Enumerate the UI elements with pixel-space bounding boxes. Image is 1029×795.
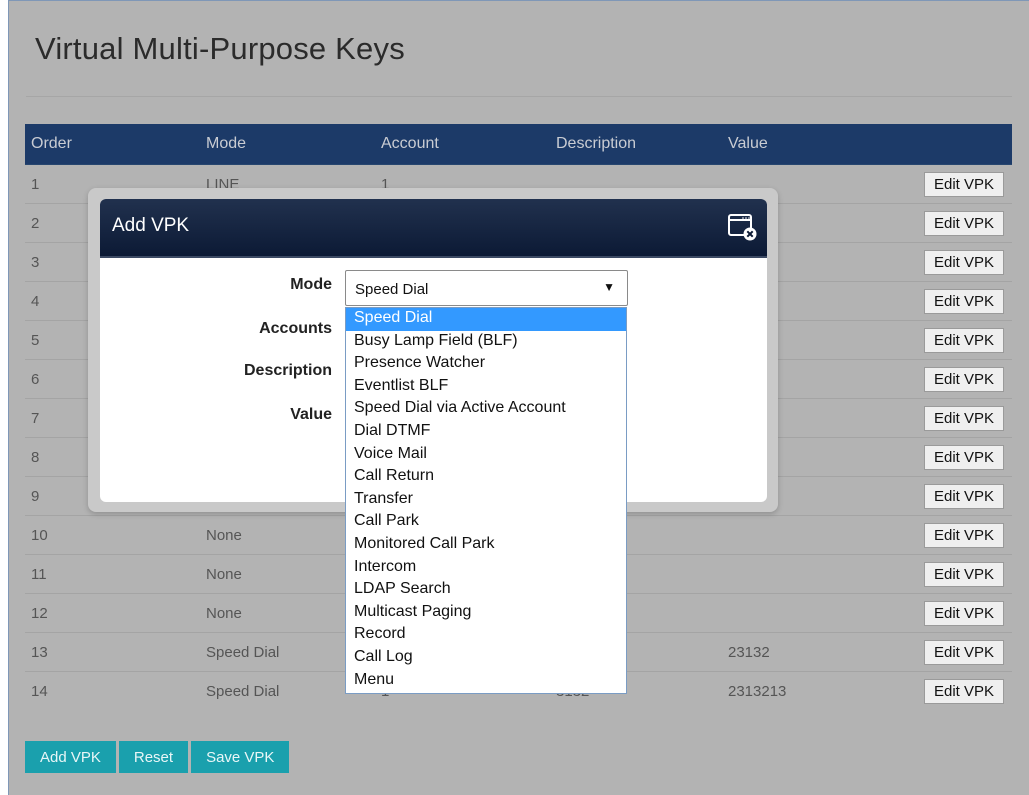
mode-option[interactable]: Transfer bbox=[346, 489, 626, 512]
mode-option[interactable]: Monitored Call Park bbox=[346, 534, 626, 557]
cell-action: Edit VPK bbox=[892, 398, 1012, 438]
edit-vpk-button[interactable]: Edit VPK bbox=[923, 639, 1004, 665]
table-header-row: Order Mode Account Description Value bbox=[25, 124, 1012, 165]
cell-action: Edit VPK bbox=[892, 281, 1012, 321]
mode-option[interactable]: Speed Dial via Active Account bbox=[346, 398, 626, 421]
mode-option[interactable]: Record bbox=[346, 624, 626, 647]
edit-vpk-button[interactable]: Edit VPK bbox=[923, 327, 1004, 353]
cell-order: 13 bbox=[25, 632, 200, 672]
edit-vpk-button[interactable]: Edit VPK bbox=[923, 405, 1004, 431]
value-label: Value bbox=[290, 406, 332, 423]
mode-label: Mode bbox=[290, 276, 332, 293]
edit-vpk-button[interactable]: Edit VPK bbox=[923, 678, 1004, 704]
mode-option[interactable]: Presence Watcher bbox=[346, 353, 626, 376]
mode-option[interactable]: Voice Mail bbox=[346, 444, 626, 467]
edit-vpk-button[interactable]: Edit VPK bbox=[923, 561, 1004, 587]
page-title: Virtual Multi-Purpose Keys bbox=[35, 31, 405, 66]
cell-order: 14 bbox=[25, 671, 200, 711]
cell-action: Edit VPK bbox=[892, 359, 1012, 399]
cell-action: Edit VPK bbox=[892, 515, 1012, 555]
save-vpk-button[interactable]: Save VPK bbox=[191, 741, 290, 773]
cell-action: Edit VPK bbox=[892, 632, 1012, 672]
mode-option[interactable]: Busy Lamp Field (BLF) bbox=[346, 331, 626, 354]
mode-option[interactable]: Speed Dial bbox=[346, 308, 626, 331]
mode-option[interactable]: Menu bbox=[346, 670, 626, 693]
cell-value: 2313213 bbox=[722, 671, 892, 711]
mode-select[interactable]: Speed Dial ▼ bbox=[345, 270, 628, 306]
cell-action: Edit VPK bbox=[892, 164, 1012, 204]
edit-vpk-button[interactable]: Edit VPK bbox=[923, 288, 1004, 314]
cell-value bbox=[722, 593, 892, 633]
edit-vpk-button[interactable]: Edit VPK bbox=[923, 210, 1004, 236]
cell-order: 11 bbox=[25, 554, 200, 594]
mode-option[interactable]: Eventlist BLF bbox=[346, 376, 626, 399]
edit-vpk-button[interactable]: Edit VPK bbox=[923, 444, 1004, 470]
mode-option[interactable]: Intercom bbox=[346, 557, 626, 580]
reset-button[interactable]: Reset bbox=[118, 741, 189, 773]
cell-action: Edit VPK bbox=[892, 320, 1012, 360]
column-header-value: Value bbox=[722, 124, 892, 165]
cell-action: Edit VPK bbox=[892, 242, 1012, 282]
mode-option[interactable]: Multicast Paging bbox=[346, 602, 626, 625]
column-header-mode: Mode bbox=[200, 124, 375, 165]
add-vpk-button[interactable]: Add VPK bbox=[25, 741, 116, 773]
column-header-description: Description bbox=[550, 124, 722, 165]
accounts-label: Accounts bbox=[259, 320, 332, 337]
title-divider bbox=[26, 96, 1012, 97]
mode-option[interactable]: Call Return bbox=[346, 466, 626, 489]
column-header-account: Account bbox=[375, 124, 550, 165]
edit-vpk-button[interactable]: Edit VPK bbox=[923, 171, 1004, 197]
cell-action: Edit VPK bbox=[892, 593, 1012, 633]
mode-option[interactable]: Call Park bbox=[346, 511, 626, 534]
bottom-button-bar: Add VPK Reset Save VPK bbox=[25, 741, 290, 773]
edit-vpk-button[interactable]: Edit VPK bbox=[923, 366, 1004, 392]
column-header-action bbox=[892, 124, 1012, 165]
cell-order: 12 bbox=[25, 593, 200, 633]
cell-action: Edit VPK bbox=[892, 437, 1012, 477]
edit-vpk-button[interactable]: Edit VPK bbox=[923, 522, 1004, 548]
edit-vpk-button[interactable]: Edit VPK bbox=[923, 600, 1004, 626]
mode-dropdown-list: Speed Dial Busy Lamp Field (BLF) Presence … bbox=[345, 307, 627, 694]
cell-order: 10 bbox=[25, 515, 200, 555]
column-header-order: Order bbox=[25, 124, 200, 165]
close-window-icon[interactable] bbox=[727, 212, 757, 242]
cell-action: Edit VPK bbox=[892, 554, 1012, 594]
description-label: Description bbox=[243, 362, 332, 379]
mode-option[interactable]: Call Log bbox=[346, 647, 626, 670]
edit-vpk-button[interactable]: Edit VPK bbox=[923, 249, 1004, 275]
cell-action: Edit VPK bbox=[892, 203, 1012, 243]
dialog-header: Add VPK bbox=[100, 199, 767, 258]
cell-value bbox=[722, 554, 892, 594]
cell-value: 23132 bbox=[722, 632, 892, 672]
mode-select-value: Speed Dial bbox=[355, 281, 429, 298]
edit-vpk-button[interactable]: Edit VPK bbox=[923, 483, 1004, 509]
mode-option[interactable]: Dial DTMF bbox=[346, 421, 626, 444]
cell-value bbox=[722, 515, 892, 555]
cell-action: Edit VPK bbox=[892, 476, 1012, 516]
dialog-title: Add VPK bbox=[112, 215, 190, 236]
dropdown-arrow-icon: ▼ bbox=[603, 280, 615, 294]
cell-action: Edit VPK bbox=[892, 671, 1012, 711]
mode-option[interactable]: LDAP Search bbox=[346, 579, 626, 602]
